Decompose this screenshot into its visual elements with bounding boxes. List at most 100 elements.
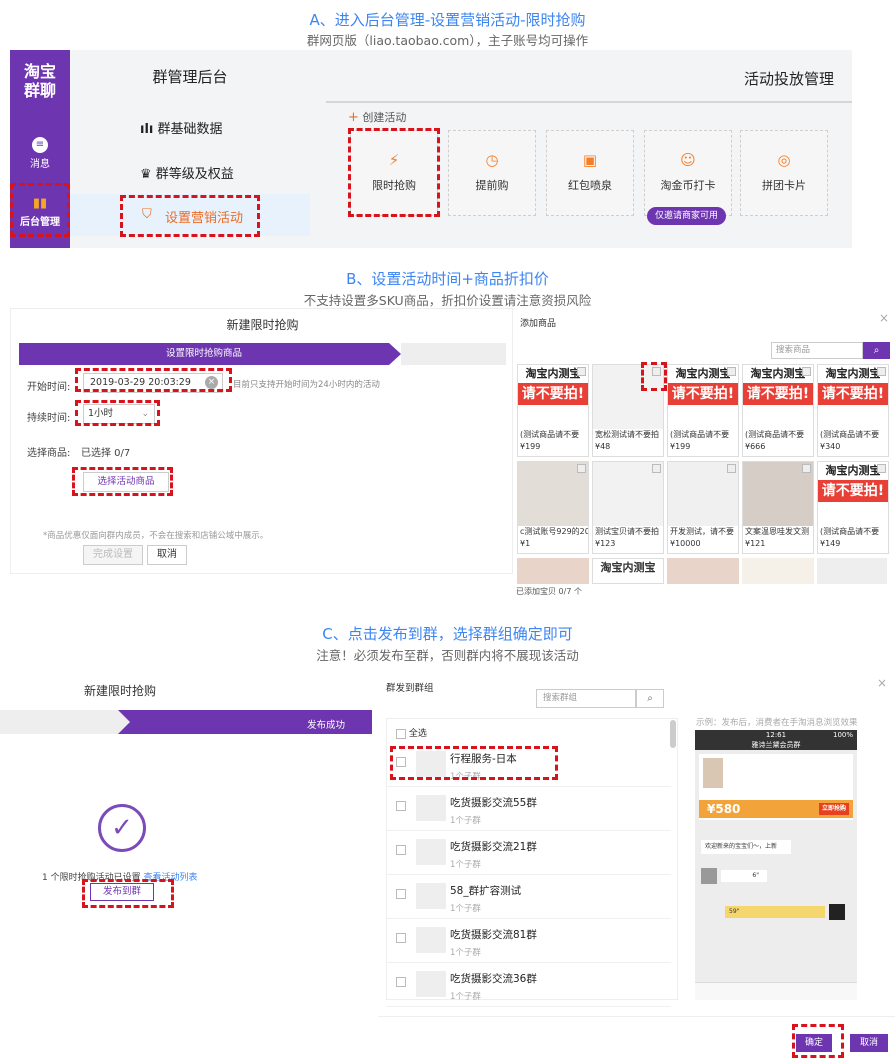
product-checkbox[interactable] <box>802 367 811 376</box>
select-all-checkbox[interactable] <box>396 728 406 739</box>
product-price: ¥48 <box>595 442 611 451</box>
menu-item-label: 群基础数据 <box>157 122 223 137</box>
plus-icon: + <box>348 110 359 125</box>
close-icon[interactable]: × <box>879 311 889 325</box>
product-name: (测试商品请不要 <box>745 430 805 439</box>
product-card[interactable]: 文案温恩哇发文测 ¥121 <box>742 461 814 554</box>
group-subcount: 1个子群 <box>450 860 481 870</box>
product-card[interactable]: c测试账号929的20 ¥1 <box>517 461 589 554</box>
group-name: 吃货摄影交流36群 <box>450 973 537 985</box>
group-row[interactable]: 58_群扩容测试 1个子群 <box>386 875 671 919</box>
group-checkbox[interactable] <box>396 977 406 987</box>
product-card[interactable]: 淘宝内测宝 请不要拍! (测试商品请不要 ¥199 <box>667 364 739 457</box>
menu-item-basic-data[interactable]: ılı 群基础数据 <box>140 118 223 137</box>
product-checkbox[interactable] <box>877 464 886 473</box>
card-label: 红包喷泉 <box>568 179 612 192</box>
product-price: ¥149 <box>820 539 841 548</box>
highlight-product-check <box>641 362 667 391</box>
product-card[interactable]: 淘宝内测宝 请不要拍! (测试商品请不要 ¥149 <box>817 461 889 554</box>
bar-icon: ılı <box>140 122 154 137</box>
ad-banner: 请不要拍! <box>518 383 588 405</box>
highlight-marketing <box>120 195 260 237</box>
partial-ad: 淘宝内测宝 <box>592 558 664 584</box>
cancel-button[interactable]: 取消 <box>147 545 187 565</box>
product-name: (测试商品请不要 <box>820 430 880 439</box>
group-name: 吃货摄影交流55群 <box>450 797 537 809</box>
product-name: 文案温恩哇发文测 <box>745 527 809 536</box>
flash-sale-form: 新建限时抢购 设置限时抢购商品 开始时间: 2019-03-29 20:03:2… <box>10 308 513 574</box>
product-price: ¥1 <box>520 539 531 548</box>
card-coin-checkin[interactable]: ☺ 淘金币打卡 <box>644 130 732 216</box>
section-a-subtitle: 群网页版（liao.taobao.com），主子账号均可操作 <box>306 33 589 48</box>
product-checkbox[interactable] <box>877 367 886 376</box>
group-row[interactable]: 吃货摄影交流55群 1个子群 <box>386 787 671 831</box>
section-c-title: C、点击发布到群，选择群组确定即可 <box>322 625 573 643</box>
form-note: *商品优惠仅面向群内成员，不会在搜索和店铺公域中展示。 <box>43 531 269 541</box>
group-checkbox[interactable] <box>396 933 406 943</box>
group-name: 吃货摄影交流21群 <box>450 841 537 853</box>
product-name: (测试商品请不要 <box>820 527 880 536</box>
product-card[interactable]: 测试宝贝请不要拍 ¥123 <box>592 461 664 554</box>
product-card[interactable]: 淘宝内测宝 请不要拍! (测试商品请不要 ¥340 <box>817 364 889 457</box>
create-activity-button[interactable]: + 创建活动 <box>348 109 406 125</box>
product-checkbox[interactable] <box>577 464 586 473</box>
group-row[interactable]: 吃货摄影交流36群 1个子群 <box>386 963 671 1007</box>
group-row[interactable]: 吃货摄影交流21群 1个子群 <box>386 831 671 875</box>
group-avatar <box>416 839 446 865</box>
product-card[interactable]: 淘宝内测宝 请不要拍! (测试商品请不要 ¥666 <box>742 364 814 457</box>
card-pre-purchase[interactable]: ◷ 提前购 <box>448 130 536 216</box>
preview-note: 示例：发布后，消费者在手淘消息浏览效果 <box>696 718 858 728</box>
duration-label: 持续时间: <box>27 413 71 424</box>
product-checkbox[interactable] <box>727 464 736 473</box>
message-icon: ≡ <box>32 137 48 153</box>
buy-now-button[interactable]: 立即抢购 <box>818 803 849 815</box>
add-goods-title: 添加商品 <box>520 319 557 329</box>
section-b-subtitle: 不支持设置多SKU商品，折扣价设置请注意资损风险 <box>303 293 592 308</box>
product-name: c测试账号929的20 <box>520 527 588 536</box>
phone-price-bar: ¥580 立即抢购 <box>699 800 853 818</box>
goods-search-input[interactable]: 搜索商品 <box>771 342 863 359</box>
group-search-input[interactable]: 搜索群组 <box>536 689 636 708</box>
complete-button[interactable]: 完成设置 <box>83 545 143 565</box>
phone-price: 580 <box>715 802 741 816</box>
card-red-packet[interactable]: ▣ 红包喷泉 <box>546 130 634 216</box>
group-row[interactable]: 吃货摄影交流81群 1个子群 <box>386 919 671 963</box>
product-price: ¥123 <box>595 539 616 548</box>
group-dialog-title: 群发到群组 <box>386 683 434 694</box>
search-icon[interactable]: ⌕ <box>863 342 890 359</box>
product-card[interactable]: 淘宝内测宝 请不要拍! (测试商品请不要 ¥199 <box>517 364 589 457</box>
product-checkbox[interactable] <box>652 464 661 473</box>
group-avatar <box>416 971 446 997</box>
select-all[interactable]: 全选 <box>396 726 427 739</box>
envelope-icon: ▣ <box>582 151 598 169</box>
search-icon[interactable]: ⌕ <box>636 689 664 708</box>
group-checkbox[interactable] <box>396 845 406 855</box>
create-label: 创建活动 <box>362 111 407 124</box>
publish-panel: 新建限时抢购 发布成功 ✓ 1 个限时抢购活动已设置 查看活动列表 发布到群 <box>0 668 372 920</box>
group-checkbox[interactable] <box>396 889 406 899</box>
nav-messages-label: 消息 <box>30 159 50 170</box>
nav-messages[interactable]: ≡ 消息 <box>10 132 70 170</box>
group-subcount: 1个子群 <box>450 816 481 826</box>
crown-icon: ♛ <box>140 167 152 182</box>
card-label: 提前购 <box>475 179 509 192</box>
card-label: 拼团卡片 <box>762 179 806 192</box>
close-icon[interactable]: × <box>877 676 887 690</box>
card-group-buy[interactable]: ◎ 拼团卡片 <box>740 130 828 216</box>
form-title: 新建限时抢购 <box>226 318 299 332</box>
menu-item-label: 群等级及权益 <box>155 167 234 182</box>
group-name: 吃货摄影交流81群 <box>450 929 537 941</box>
product-checkbox[interactable] <box>577 367 586 376</box>
ad-banner: 请不要拍! <box>818 383 888 405</box>
product-checkbox[interactable] <box>727 367 736 376</box>
group-checkbox[interactable] <box>396 801 406 811</box>
group-icon: ◎ <box>777 151 791 169</box>
product-card[interactable]: 开发测试，请不要 ¥10000 <box>667 461 739 554</box>
publish-success-step: 发布成功 <box>307 720 346 731</box>
menu-item-level[interactable]: ♛ 群等级及权益 <box>140 163 234 182</box>
clock-icon: ◷ <box>485 151 499 169</box>
cancel-button[interactable]: 取消 <box>850 1034 888 1052</box>
group-avatar <box>416 927 446 953</box>
chat-message: 欢迎新来的宝宝们～，上新 <box>701 840 791 854</box>
product-checkbox[interactable] <box>802 464 811 473</box>
